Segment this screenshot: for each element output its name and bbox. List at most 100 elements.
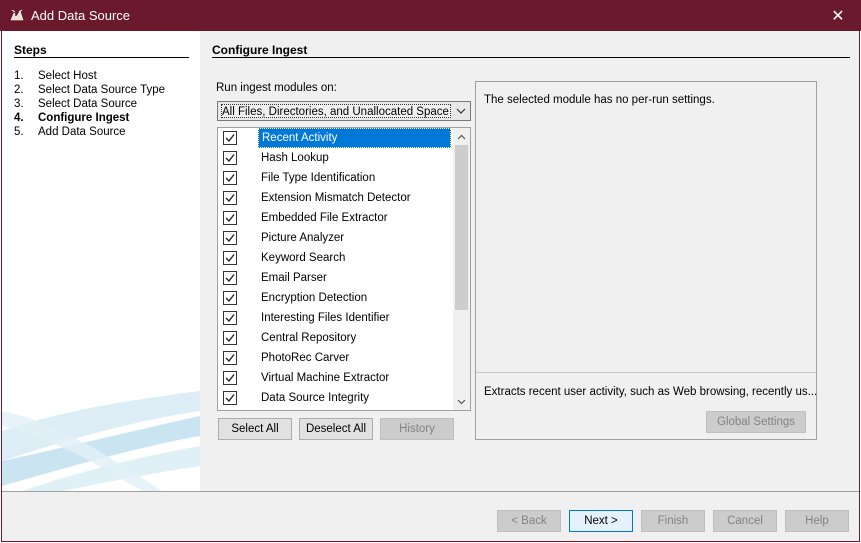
checkmark-icon [225,174,235,183]
step-label: Select Data Source [38,98,138,110]
module-row[interactable]: Virtual Machine Extractor [218,368,454,388]
dialog-body: Steps 1. Select Host 2. Select Data Source… [1,31,860,542]
module-checkbox[interactable] [223,231,237,245]
module-row[interactable]: Hash Lookup [218,148,454,168]
module-label: Encryption Detection [261,292,368,304]
module-settings-panel: The selected module has no per-run setti… [475,81,817,440]
help-button[interactable]: Help [785,510,849,532]
scroll-thumb[interactable] [455,145,468,310]
checkmark-icon [225,134,235,143]
module-checkbox[interactable] [223,271,237,285]
module-label: PhotoRec Carver [261,352,350,364]
checkmark-icon [225,294,235,303]
footer-divider [2,491,859,492]
window-title: Add Data Source [31,8,131,23]
module-row[interactable]: Embedded File Extractor [218,208,454,228]
step-item-current: 4. Configure Ingest [14,111,165,125]
step-number: 1. [14,70,24,82]
step-label: Configure Ingest [38,112,130,124]
module-label: Central Repository [261,332,357,344]
chevron-up-icon [457,134,466,139]
ingest-module-list[interactable]: Data Source Integrity Virtual Machine Ext… [217,127,471,411]
module-label: Extension Mismatch Detector [261,192,411,204]
module-checkbox[interactable] [223,371,237,385]
module-checkbox[interactable] [223,131,237,145]
step-label: Select Host [38,70,97,82]
checkmark-icon [225,274,235,283]
step-item: 3. Select Data Source [14,97,165,111]
checkmark-icon [225,354,235,363]
module-checkbox[interactable] [223,311,237,325]
checkmark-icon [225,394,235,403]
steps-divider [14,57,189,58]
checkmark-icon [225,374,235,383]
module-checkbox[interactable] [223,171,237,185]
next-button[interactable]: Next > [569,510,633,532]
module-row[interactable]: Data Source Integrity [218,388,454,408]
module-label: Virtual Machine Extractor [261,372,390,384]
checkmark-icon [225,314,235,323]
checkmark-icon [225,194,235,203]
module-checkbox[interactable] [223,191,237,205]
cancel-button[interactable]: Cancel [713,510,777,532]
module-row[interactable]: Email Parser [218,268,454,288]
module-row[interactable]: File Type Identification [218,168,454,188]
module-label: Email Parser [261,272,327,284]
close-button[interactable]: ✕ [815,0,861,31]
checkmark-icon [225,234,235,243]
scroll-down-button[interactable] [453,393,470,410]
step-number: 4. [14,112,24,124]
module-checkbox[interactable] [223,151,237,165]
module-row[interactable]: Picture Analyzer [218,228,454,248]
module-label: Data Source Integrity [261,392,370,404]
module-label: Hash Lookup [261,152,329,164]
select-all-button[interactable]: Select All [218,418,292,440]
step-number: 2. [14,84,24,96]
module-label: Recent Activity [258,128,451,148]
module-row[interactable]: Encryption Detection [218,288,454,308]
module-label: Embedded File Extractor [261,212,388,224]
page-title: Configure Ingest [212,43,308,57]
per-run-settings-area: The selected module has no per-run setti… [476,82,816,373]
module-checkbox[interactable] [223,251,237,265]
module-description: Extracts recent user activity, such as W… [484,386,818,398]
module-row[interactable]: Keyword Search [218,248,454,268]
module-list-scrollbar[interactable] [453,128,470,410]
back-button[interactable]: < Back [497,510,561,532]
steps-list: 1. Select Host 2. Select Data Source Type … [14,69,165,139]
module-row[interactable]: Extension Mismatch Detector [218,188,454,208]
checkmark-icon [225,334,235,343]
finish-button[interactable]: Finish [641,510,705,532]
module-row[interactable]: Interesting Files Identifier [218,308,454,328]
module-label: Picture Analyzer [261,232,345,244]
run-on-selected-value: All Files, Directories, and Unallocated … [221,104,451,118]
scroll-up-button[interactable] [453,128,470,145]
settings-message: The selected module has no per-run setti… [484,94,715,106]
decorative-swoosh-graphic [2,391,200,491]
module-checkbox[interactable] [223,291,237,305]
checkmark-icon [225,254,235,263]
module-label: File Type Identification [261,172,376,184]
steps-panel: Steps 1. Select Host 2. Select Data Source… [2,31,200,491]
checkmark-icon [225,154,235,163]
step-item: 5. Add Data Source [14,125,165,139]
step-item: 1. Select Host [14,69,165,83]
run-on-dropdown[interactable]: All Files, Directories, and Unallocated … [217,101,471,121]
title-bar[interactable]: Add Data Source ✕ [0,0,861,31]
module-label: Keyword Search [261,252,346,264]
global-settings-button[interactable]: Global Settings [706,411,806,433]
module-row[interactable]: Recent Activity [218,128,454,148]
history-button[interactable]: History [380,418,454,440]
autopsy-dog-icon [10,9,24,21]
step-label: Select Data Source Type [38,84,165,96]
chevron-down-icon [456,108,466,114]
module-checkbox[interactable] [223,351,237,365]
module-row[interactable]: Central Repository [218,328,454,348]
deselect-all-button[interactable]: Deselect All [299,418,373,440]
module-checkbox[interactable] [223,211,237,225]
module-row[interactable]: PhotoRec Carver [218,348,454,368]
title-divider [212,57,850,58]
module-checkbox[interactable] [223,391,237,405]
step-item: 2. Select Data Source Type [14,83,165,97]
module-checkbox[interactable] [223,331,237,345]
